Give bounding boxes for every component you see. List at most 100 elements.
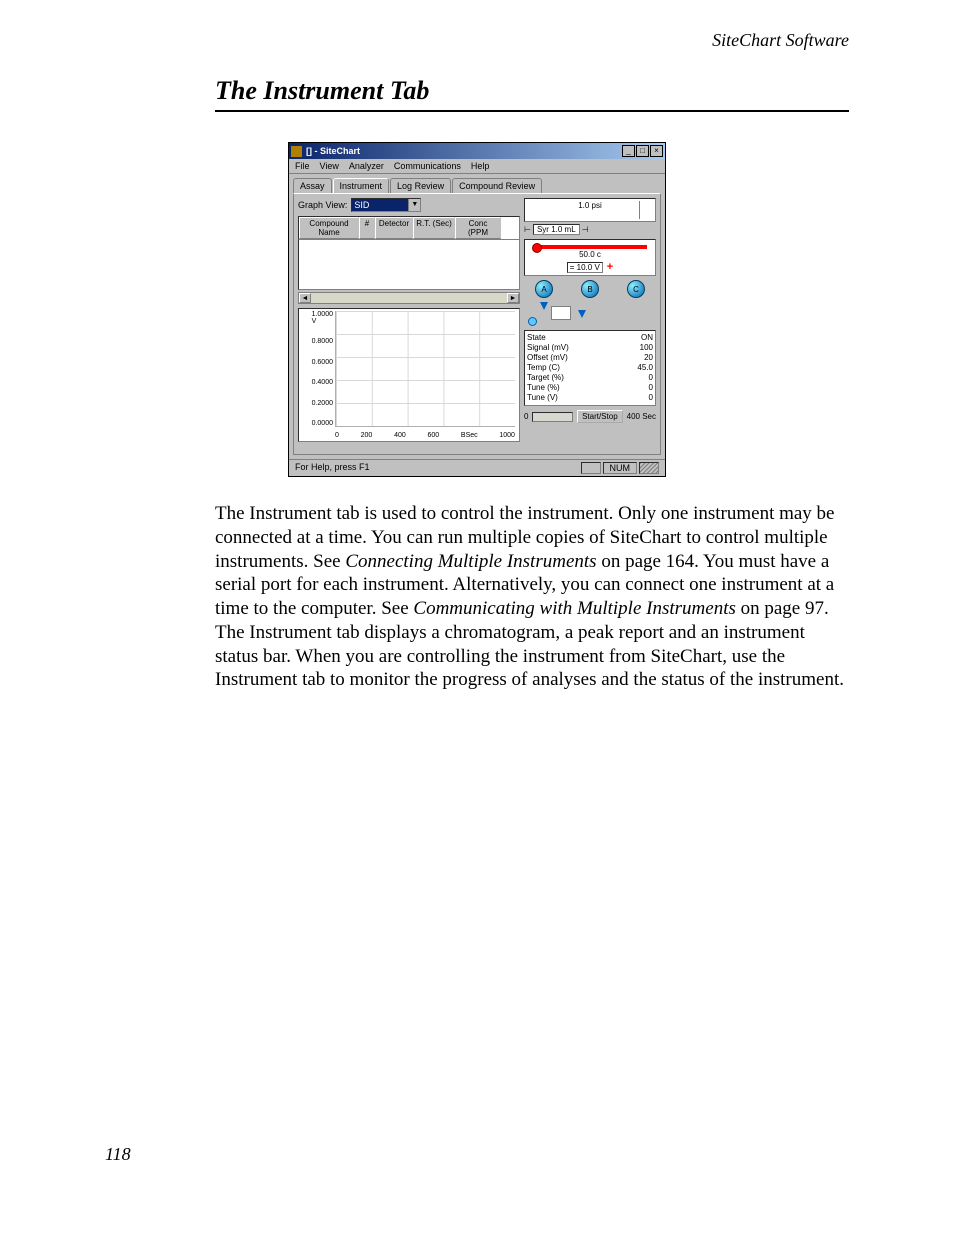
temp-label: Temp (C) <box>527 363 560 373</box>
col-number[interactable]: # <box>359 217 375 239</box>
menu-help[interactable]: Help <box>471 161 490 171</box>
body-paragraph: The Instrument tab is used to control th… <box>215 502 849 692</box>
flow-diagram <box>524 302 656 326</box>
running-header: SiteChart Software <box>105 30 849 51</box>
pressure-value: 1.0 psi <box>527 201 653 210</box>
x-tick: 400 <box>394 432 406 439</box>
signal-value: 100 <box>640 343 653 353</box>
y-tick: 0.6000 <box>312 359 333 366</box>
flow-arrow-icon <box>578 310 586 318</box>
temp-control: 50.0 c = 10.0 V + <box>524 239 656 276</box>
signal-label: Signal (mV) <box>527 343 569 353</box>
target-value: 0 <box>649 373 653 383</box>
minimize-button[interactable]: _ <box>622 145 635 157</box>
tab-log-review[interactable]: Log Review <box>390 178 451 193</box>
x-tick: 200 <box>361 432 373 439</box>
y-tick: 0.2000 <box>312 400 333 407</box>
channel-a-button[interactable]: A <box>535 280 553 298</box>
table-hscrollbar[interactable]: ◄ ► <box>298 292 520 304</box>
tab-compound-review[interactable]: Compound Review <box>452 178 542 193</box>
app-window: [] - SiteChart _ □ × File View Analyzer … <box>288 142 666 477</box>
col-conc[interactable]: Conc (PPM <box>455 217 501 239</box>
menu-analyzer[interactable]: Analyzer <box>349 161 384 171</box>
scroll-track[interactable] <box>311 293 507 303</box>
scroll-left-icon[interactable]: ◄ <box>299 293 311 303</box>
resize-grip-icon[interactable] <box>639 462 659 474</box>
peak-table-body[interactable] <box>298 240 520 290</box>
tab-panel-instrument: Graph View: SID ▼ Compound Name # Detect… <box>293 193 661 455</box>
statusbar-help-text: For Help, press F1 <box>295 462 370 474</box>
y-tick: 0.4000 <box>312 379 333 386</box>
app-icon <box>291 146 302 157</box>
close-button[interactable]: × <box>650 145 663 157</box>
menu-file[interactable]: File <box>295 161 310 171</box>
run-control-bar: 0 Start/Stop 400 Sec <box>524 410 656 423</box>
progress-groove <box>532 412 573 422</box>
menubar: File View Analyzer Communications Help <box>289 159 665 174</box>
elapsed-zero: 0 <box>524 412 528 421</box>
flow-arrow-icon <box>540 302 548 310</box>
y-tick: 0.0000 <box>312 420 333 427</box>
graphview-label: Graph View: <box>298 200 347 210</box>
col-rt[interactable]: R.T. (Sec) <box>413 217 455 239</box>
state-label: State <box>527 333 546 343</box>
maximize-button[interactable]: □ <box>636 145 649 157</box>
peak-table-header: Compound Name # Detector R.T. (Sec) Conc… <box>298 216 520 240</box>
pressure-gauge-icon <box>639 201 653 219</box>
chart-plot-area[interactable] <box>335 311 515 427</box>
tune-pct-value: 0 <box>649 383 653 393</box>
combo-dropdown-icon[interactable]: ▼ <box>408 199 420 211</box>
col-detector[interactable]: Detector <box>375 217 413 239</box>
channel-b-button[interactable]: B <box>581 280 599 298</box>
chart-y-axis: 1.0000V 0.8000 0.6000 0.4000 0.2000 0.00… <box>299 309 335 441</box>
syringe-value: Syr 1.0 mL <box>533 224 580 235</box>
status-readout: State ON Signal (mV) 100 Offset (mV) 20 Tem… <box>524 330 656 406</box>
col-compound-name[interactable]: Compound Name <box>299 217 359 239</box>
tune-v-label: Tune (V) <box>527 393 558 403</box>
syringe-row: ⊢ Syr 1.0 mL ⊣ <box>524 224 656 235</box>
x-tick: 0 <box>335 432 339 439</box>
offset-label: Offset (mV) <box>527 353 568 363</box>
tune-pct-label: Tune (%) <box>527 383 560 393</box>
y-tick: 1.0000V <box>312 311 333 325</box>
section-title: The Instrument Tab <box>215 76 849 112</box>
tune-v-value: 0 <box>649 393 653 403</box>
offset-value: 20 <box>644 353 653 363</box>
plus-icon[interactable]: + <box>607 261 613 273</box>
scroll-right-icon[interactable]: ► <box>507 293 519 303</box>
thermometer-icon <box>533 245 647 249</box>
tabstrip: Assay Instrument Log Review Compound Rev… <box>293 178 661 193</box>
start-stop-button[interactable]: Start/Stop <box>577 410 623 423</box>
state-value: ON <box>641 333 653 343</box>
page-number: 118 <box>105 1144 131 1165</box>
x-tick: BSec <box>461 432 478 439</box>
target-label: Target (%) <box>527 373 564 383</box>
screenshot-figure: [] - SiteChart _ □ × File View Analyzer … <box>105 142 849 477</box>
graphview-combo[interactable]: SID ▼ <box>351 198 421 212</box>
channel-buttons: A B C <box>524 280 656 298</box>
statusbar: For Help, press F1 NUM <box>289 459 665 476</box>
chart-x-axis: 0 200 400 600 BSec 1000 <box>335 432 515 439</box>
xref-communicating-multiple: Communicating with Multiple Instruments <box>413 598 735 619</box>
temp-value-readout: 45.0 <box>637 363 653 373</box>
tab-instrument[interactable]: Instrument <box>333 178 390 193</box>
statusbar-cell <box>581 462 601 474</box>
window-title: [] - SiteChart <box>306 146 360 156</box>
titlebar: [] - SiteChart _ □ × <box>289 143 665 159</box>
flow-bubble-icon <box>528 317 537 326</box>
xref-connecting-multiple: Connecting Multiple Instruments <box>345 551 596 572</box>
run-length-label: 400 Sec <box>627 412 656 421</box>
x-tick: 1000 <box>499 432 515 439</box>
menu-view[interactable]: View <box>320 161 339 171</box>
voltage-value: = 10.0 V <box>567 262 603 273</box>
x-tick: 600 <box>427 432 439 439</box>
chromatogram-chart[interactable]: 1.0000V 0.8000 0.6000 0.4000 0.2000 0.00… <box>298 308 520 442</box>
y-tick: 0.8000 <box>312 338 333 345</box>
temp-value: 50.0 c <box>527 250 653 259</box>
statusbar-num: NUM <box>603 462 638 474</box>
tab-assay[interactable]: Assay <box>293 178 332 193</box>
channel-c-button[interactable]: C <box>627 280 645 298</box>
flow-box-icon <box>551 306 571 320</box>
menu-communications[interactable]: Communications <box>394 161 461 171</box>
pressure-display: 1.0 psi <box>524 198 656 222</box>
